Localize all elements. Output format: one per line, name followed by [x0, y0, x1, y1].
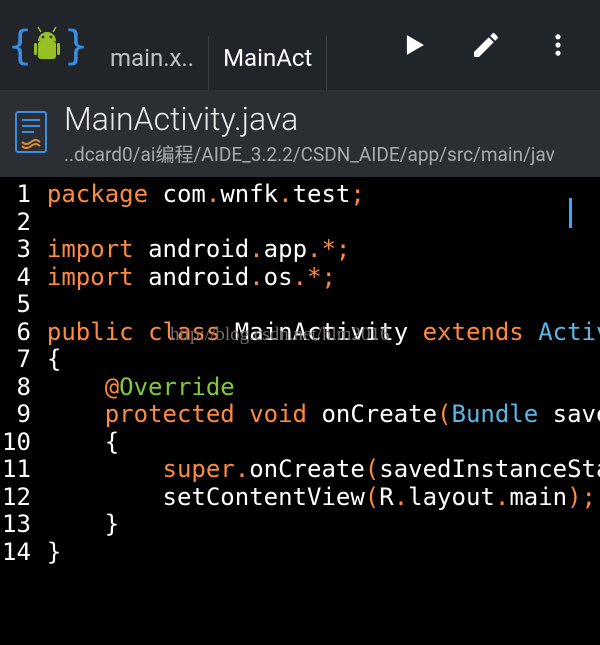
toolbar-actions — [392, 23, 592, 67]
app-logo-icon: { } — [8, 17, 84, 73]
text-caret — [569, 198, 572, 228]
run-button[interactable] — [392, 23, 436, 67]
overflow-menu-button[interactable] — [536, 23, 580, 67]
top-toolbar: { } main.x.. MainAct — [0, 0, 600, 90]
java-file-icon — [12, 108, 50, 160]
svg-text:}: } — [64, 23, 84, 69]
pencil-icon — [470, 29, 502, 61]
file-path: ..dcard0/ai编程/AIDE_3.2.2/CSDN_AIDE/app/s… — [64, 140, 555, 167]
svg-text:{: { — [8, 23, 32, 69]
file-title: MainActivity.java — [64, 100, 555, 138]
watermark-text: http://blog.csdn.net/hlm2016 — [170, 324, 390, 346]
tab-mainactivity[interactable]: MainAct — [209, 36, 327, 90]
file-header: MainActivity.java ..dcard0/ai编程/AIDE_3.2… — [0, 90, 600, 177]
tab-bar: main.x.. MainAct — [96, 0, 392, 90]
line-number-gutter: 1234567891011121314 — [0, 181, 47, 566]
more-vert-icon — [544, 31, 572, 59]
play-icon — [397, 28, 431, 62]
code-editor[interactable]: 1234567891011121314 package com.wnfk.tes… — [0, 177, 600, 566]
edit-button[interactable] — [464, 23, 508, 67]
code-content[interactable]: package com.wnfk.test; import android.ap… — [47, 181, 600, 566]
tab-main-xml[interactable]: main.x.. — [96, 36, 209, 90]
